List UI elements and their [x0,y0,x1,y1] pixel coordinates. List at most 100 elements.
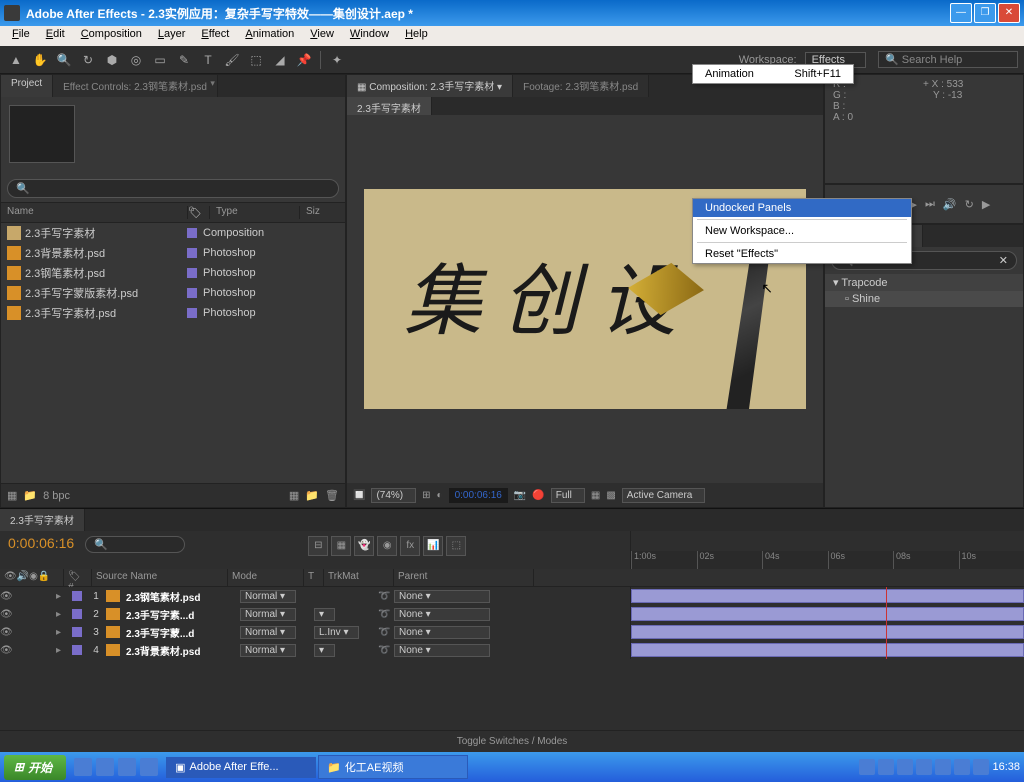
visibility-toggle[interactable]: 👁 [0,645,12,656]
roi-icon[interactable]: ▦ [591,490,600,501]
tray-icon[interactable] [897,759,913,775]
menu-layer[interactable]: Layer [150,26,194,46]
tl-btn-shy[interactable]: 👻 [354,536,374,556]
layer-label[interactable] [72,609,82,619]
clone-tool[interactable]: ⬚ [246,50,266,70]
project-item[interactable]: 2.3手写字素材Composition [1,223,345,243]
menu-view[interactable]: View [302,26,342,46]
expand-icon[interactable]: ▸ [56,627,68,638]
layer-bar[interactable] [631,589,1024,603]
workspace-item-undocked[interactable]: Undocked Panels [693,199,911,217]
workspace-item-new[interactable]: New Workspace... [693,222,911,240]
grid-icon[interactable]: ⊞ [422,490,430,501]
snapshot-icon[interactable]: 📷 [514,490,526,501]
menu-help[interactable]: Help [397,26,436,46]
parent-dropdown[interactable]: None ▾ [394,608,490,621]
toggle-switches-button[interactable]: Toggle Switches / Modes [457,736,568,747]
tray-icon[interactable] [973,759,989,775]
parent-dropdown[interactable]: None ▾ [394,644,490,657]
selection-tool[interactable]: ▲ [6,50,26,70]
playhead[interactable] [886,641,887,659]
current-time[interactable]: 0:00:06:16 [449,488,508,503]
tray-icon[interactable] [878,759,894,775]
close-button[interactable]: ✕ [998,3,1020,23]
minimize-button[interactable]: — [950,3,972,23]
menu-file[interactable]: File [4,26,38,46]
project-item[interactable]: 2.3手写字蒙版素材.psdPhotoshop [1,283,345,303]
zoom-tool[interactable]: 🔍 [54,50,74,70]
text-tool[interactable]: T [198,50,218,70]
label-swatch[interactable] [187,228,197,238]
effects-group-trapcode[interactable]: ▾ Trapcode [825,274,1023,291]
layer-label[interactable] [72,627,82,637]
bpc-button[interactable]: 8 bpc [43,490,70,502]
label-swatch[interactable] [187,268,197,278]
layer-bar[interactable] [631,607,1024,621]
timeline-timecode[interactable]: 0:00:06:16 [8,535,74,551]
comp-subtab[interactable]: 2.3手写字素材 [347,97,432,115]
timeline-layer[interactable]: 👁 ▸ 4 2.3背景素材.psd Normal ▾ ▾ ➰ None ▾ [0,641,1024,659]
camera-tool[interactable]: ⬢ [102,50,122,70]
audio-icon[interactable]: 🔊 [943,198,957,211]
tray-icon[interactable] [916,759,932,775]
folder-icon[interactable]: 📁 [23,489,37,502]
trkmat-dropdown[interactable]: ▾ [314,644,335,657]
clear-search-icon[interactable]: ✕ [999,254,1008,267]
search-help-input[interactable]: 🔍 Search Help [878,51,1018,68]
puppet-tool[interactable]: 📌 [294,50,314,70]
col-mode[interactable]: Mode [228,569,304,586]
trkmat-dropdown[interactable]: L.Inv ▾ [314,626,359,639]
pickwhip-icon[interactable]: ➰ [378,627,394,638]
ql-icon[interactable] [118,758,136,776]
ram-preview-icon[interactable]: ▶ [982,198,990,211]
tl-btn-graph[interactable]: 📊 [423,536,443,556]
taskbar-task-folder[interactable]: 📁化工AE视频 [318,755,468,779]
mask-icon[interactable]: ◐ [437,490,443,501]
transparency-icon[interactable]: ▩ [606,490,615,501]
menu-animation[interactable]: Animation [237,26,302,46]
tool-option[interactable]: ✦ [327,50,347,70]
timeline-layer[interactable]: 👁 ▸ 2 2.3手写字素...d Normal ▾ ▾ ➰ None ▾ [0,605,1024,623]
project-item[interactable]: 2.3钢笔素材.psdPhotoshop [1,263,345,283]
expand-icon[interactable]: ▸ [56,591,68,602]
parent-dropdown[interactable]: None ▾ [394,626,490,639]
new-comp-icon[interactable]: ▦ [289,489,299,502]
menu-effect[interactable]: Effect [193,26,237,46]
loop-icon[interactable]: ↻ [965,198,974,211]
project-search[interactable]: 🔍 [7,179,339,198]
visibility-toggle[interactable]: 👁 [0,627,12,638]
playhead[interactable] [886,587,887,605]
hand-tool[interactable]: ✋ [30,50,50,70]
col-label[interactable]: 🏷 [187,206,209,219]
expand-icon[interactable]: ▸ [56,645,68,656]
timeline-tab[interactable]: 2.3手写字素材 [0,509,85,531]
tl-btn-1[interactable]: ⊟ [308,536,328,556]
tl-btn-blur[interactable]: ◉ [377,536,397,556]
tray-icon[interactable] [859,759,875,775]
tl-btn-3d[interactable]: ⬚ [446,536,466,556]
brush-tool[interactable]: 🖌 [222,50,242,70]
layer-bar[interactable] [631,643,1024,657]
timeline-layer[interactable]: 👁 ▸ 3 2.3手写字蒙...d Normal ▾ L.Inv ▾ ➰ Non… [0,623,1024,641]
col-name[interactable]: Name [1,206,187,219]
label-swatch[interactable] [187,288,197,298]
timeline-search[interactable]: 🔍 [85,536,185,553]
trkmat-dropdown[interactable]: ▾ [314,608,335,621]
effect-shine[interactable]: ▫ Shine [825,291,1023,307]
eraser-tool[interactable]: ◢ [270,50,290,70]
col-trkmat[interactable]: TrkMat [324,569,394,586]
layer-label[interactable] [72,591,82,601]
timeline-layer[interactable]: 👁 ▸ 1 2.3钢笔素材.psd Normal ▾ ➰ None ▾ [0,587,1024,605]
shape-tool[interactable]: ▭ [150,50,170,70]
maximize-button[interactable]: ❐ [974,3,996,23]
magnify-icon[interactable]: 🔲 [353,490,365,501]
project-item[interactable]: 2.3手写字素材.psdPhotoshop [1,303,345,323]
tl-btn-2[interactable]: ▦ [331,536,351,556]
parent-dropdown[interactable]: None ▾ [394,590,490,603]
menu-window[interactable]: Window [342,26,397,46]
blend-mode-dropdown[interactable]: Normal ▾ [240,608,296,621]
tl-btn-fx[interactable]: fx [400,536,420,556]
effect-controls-tab[interactable]: Effect Controls: 2.3钢笔素材.psd▾ [53,75,218,97]
footage-tab[interactable]: Footage: 2.3钢笔素材.psd [513,75,649,97]
tab-menu-icon[interactable]: ▾ [210,78,215,89]
